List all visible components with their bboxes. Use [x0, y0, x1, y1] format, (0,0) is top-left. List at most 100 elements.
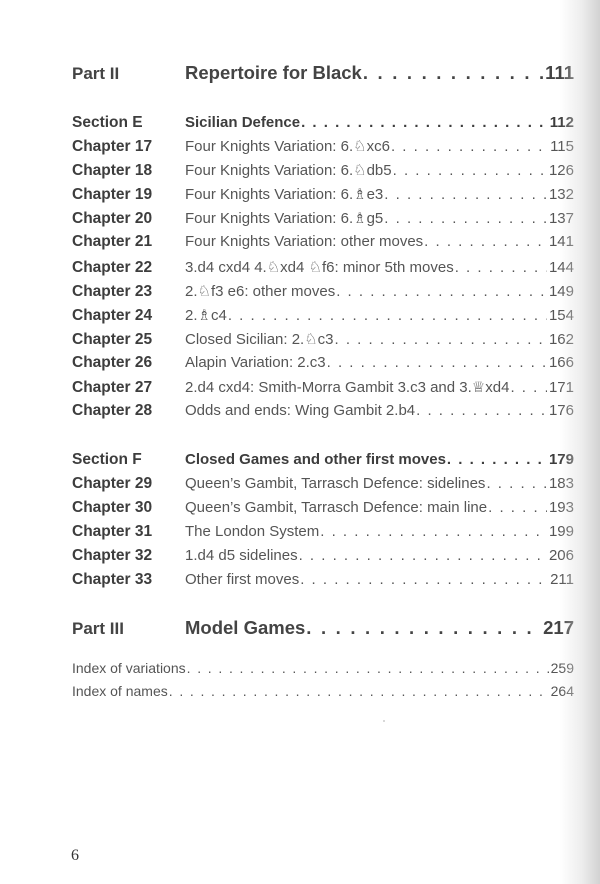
chapter-title: 2.♘f3 e6: other moves — [185, 283, 336, 300]
page-ref: 115 — [550, 138, 574, 155]
chapter-title: 3.d4 cxd4 4.♘xd4 ♘f6: minor 5th moves — [185, 259, 454, 276]
toc-chapter[interactable]: Chapter 17 Four Knights Variation: 6.♘xc… — [72, 137, 574, 156]
page-edge-shadow — [560, 0, 600, 884]
chapter-label: Chapter 25 — [72, 331, 153, 348]
chapter-title: Alapin Variation: 2.c3 — [185, 354, 326, 371]
chapter-title: Other first moves — [185, 571, 300, 588]
dot-leader — [320, 523, 547, 540]
part-title: Model Games — [185, 617, 306, 638]
toc-chapter[interactable]: Chapter 31 The London System 199 — [72, 523, 574, 541]
chapter-title: Four Knights Variation: other moves — [185, 233, 424, 250]
section-title: Sicilian Defence — [185, 114, 301, 131]
page-ref: 206 — [548, 547, 574, 564]
section-label: Section F — [72, 451, 142, 468]
chapter-title: Four Knights Variation: 6.♘db5 — [185, 162, 392, 179]
dot-leader — [486, 475, 547, 492]
part-label: Part II — [72, 64, 120, 83]
chapter-title: 2.♗c4 — [185, 307, 227, 324]
dot-leader — [416, 402, 547, 419]
page-ref: 217 — [543, 617, 574, 638]
chapter-title: Queen’s Gambit, Tarrasch Defence: main l… — [185, 499, 488, 516]
toc-chapter[interactable]: Chapter 28 Odds and ends: Wing Gambit 2.… — [72, 402, 574, 420]
chapter-title: Queen’s Gambit, Tarrasch Defence: sideli… — [185, 475, 486, 492]
dot-leader — [447, 451, 547, 468]
page-ref: 132 — [548, 186, 574, 203]
chapter-label: Chapter 24 — [72, 307, 153, 324]
toc-chapter[interactable]: Chapter 23 2.♘f3 e6: other moves 149 — [72, 282, 574, 301]
toc-chapter[interactable]: Chapter 26 Alapin Variation: 2.c3 166 — [72, 354, 574, 372]
dot-leader — [336, 283, 547, 300]
chapter-label: Chapter 29 — [72, 475, 153, 492]
toc-section-f[interactable]: Section F Closed Games and other first m… — [72, 451, 574, 469]
page-ref: 141 — [548, 233, 574, 250]
toc-chapter[interactable]: Chapter 30 Queen’s Gambit, Tarrasch Defe… — [72, 499, 574, 517]
dot-leader — [393, 162, 547, 179]
section-title: Closed Games and other first moves — [185, 451, 446, 468]
page-ref: 264 — [550, 683, 574, 699]
page-ref: 166 — [548, 354, 574, 371]
chapter-title: Odds and ends: Wing Gambit 2.b4 — [185, 402, 416, 419]
chapter-title: 2.d4 cxd4: Smith-Morra Gambit 3.c3 and 3… — [185, 379, 510, 396]
page-ref: 149 — [548, 283, 574, 300]
toc-chapter[interactable]: Chapter 24 2.♗c4 154 — [72, 306, 574, 325]
toc-chapter[interactable]: Chapter 25 Closed Sicilian: 2.♘c3 162 — [72, 330, 574, 349]
toc-chapter[interactable]: Chapter 21 Four Knights Variation: other… — [72, 233, 574, 251]
toc-chapter[interactable]: Chapter 33 Other first moves 211 — [72, 571, 574, 589]
chapter-label: Chapter 28 — [72, 402, 153, 419]
chapter-label: Chapter 26 — [72, 354, 153, 371]
page-ref: 171 — [548, 379, 574, 396]
page-number: 6 — [71, 847, 79, 864]
chapter-title: 1.d4 d5 sidelines — [185, 547, 298, 564]
dot-leader — [335, 331, 547, 348]
page-ref: 162 — [548, 331, 574, 348]
dot-leader — [384, 186, 547, 203]
dot-leader — [187, 660, 549, 676]
section-label: Section E — [72, 114, 143, 131]
part-title: Repertoire for Black — [185, 62, 362, 83]
chapter-label: Chapter 31 — [72, 523, 153, 540]
toc-index[interactable]: Index of names 264 — [72, 683, 574, 699]
dot-leader — [455, 259, 547, 276]
dot-leader — [228, 307, 547, 324]
paper-speck — [383, 720, 385, 722]
dot-leader — [300, 571, 548, 588]
page-ref: 154 — [548, 307, 574, 324]
toc-chapter[interactable]: Chapter 27 2.d4 cxd4: Smith-Morra Gambit… — [72, 378, 574, 397]
dot-leader — [391, 138, 548, 155]
chapter-label: Chapter 30 — [72, 499, 153, 516]
toc-chapter[interactable]: Chapter 19 Four Knights Variation: 6.♗e3… — [72, 185, 574, 204]
chapter-label: Chapter 20 — [72, 210, 153, 227]
chapter-label: Chapter 33 — [72, 571, 153, 588]
chapter-label: Chapter 22 — [72, 259, 153, 276]
page-ref: 144 — [548, 259, 574, 276]
chapter-title: The London System — [185, 523, 320, 540]
toc-chapter[interactable]: Chapter 32 1.d4 d5 sidelines 206 — [72, 547, 574, 565]
toc-chapter[interactable]: Chapter 18 Four Knights Variation: 6.♘db… — [72, 161, 574, 180]
dot-leader — [327, 354, 547, 371]
toc-part-ii[interactable]: Part II Repertoire for Black 111 — [72, 62, 574, 84]
page-ref: 259 — [550, 660, 574, 676]
toc-chapter[interactable]: Chapter 20 Four Knights Variation: 6.♗g5… — [72, 209, 574, 228]
dot-leader — [299, 547, 547, 564]
dot-leader — [384, 210, 547, 227]
toc-chapter[interactable]: Chapter 29 Queen’s Gambit, Tarrasch Defe… — [72, 475, 574, 493]
chapter-title: Four Knights Variation: 6.♘xc6 — [185, 138, 390, 155]
page-ref: 193 — [548, 499, 574, 516]
toc-section-e[interactable]: Section E Sicilian Defence 112 — [72, 114, 574, 132]
chapter-label: Chapter 17 — [72, 138, 153, 155]
dot-leader — [488, 499, 547, 516]
chapter-label: Chapter 27 — [72, 379, 153, 396]
part-label: Part III — [72, 619, 124, 638]
toc-chapter[interactable]: Chapter 22 3.d4 cxd4 4.♘xd4 ♘f6: minor 5… — [72, 258, 574, 277]
chapter-title: Four Knights Variation: 6.♗g5 — [185, 210, 384, 227]
chapter-label: Chapter 19 — [72, 186, 153, 203]
page-ref: 211 — [550, 571, 574, 588]
chapter-label: Chapter 23 — [72, 283, 153, 300]
toc-index[interactable]: Index of variations 259 — [72, 660, 574, 676]
dot-leader — [424, 233, 547, 250]
toc-part-iii[interactable]: Part III Model Games 217 — [72, 617, 574, 639]
dot-leader — [306, 617, 541, 639]
dot-leader — [169, 683, 549, 699]
chapter-title: Four Knights Variation: 6.♗e3 — [185, 186, 384, 203]
chapter-label: Chapter 32 — [72, 547, 153, 564]
